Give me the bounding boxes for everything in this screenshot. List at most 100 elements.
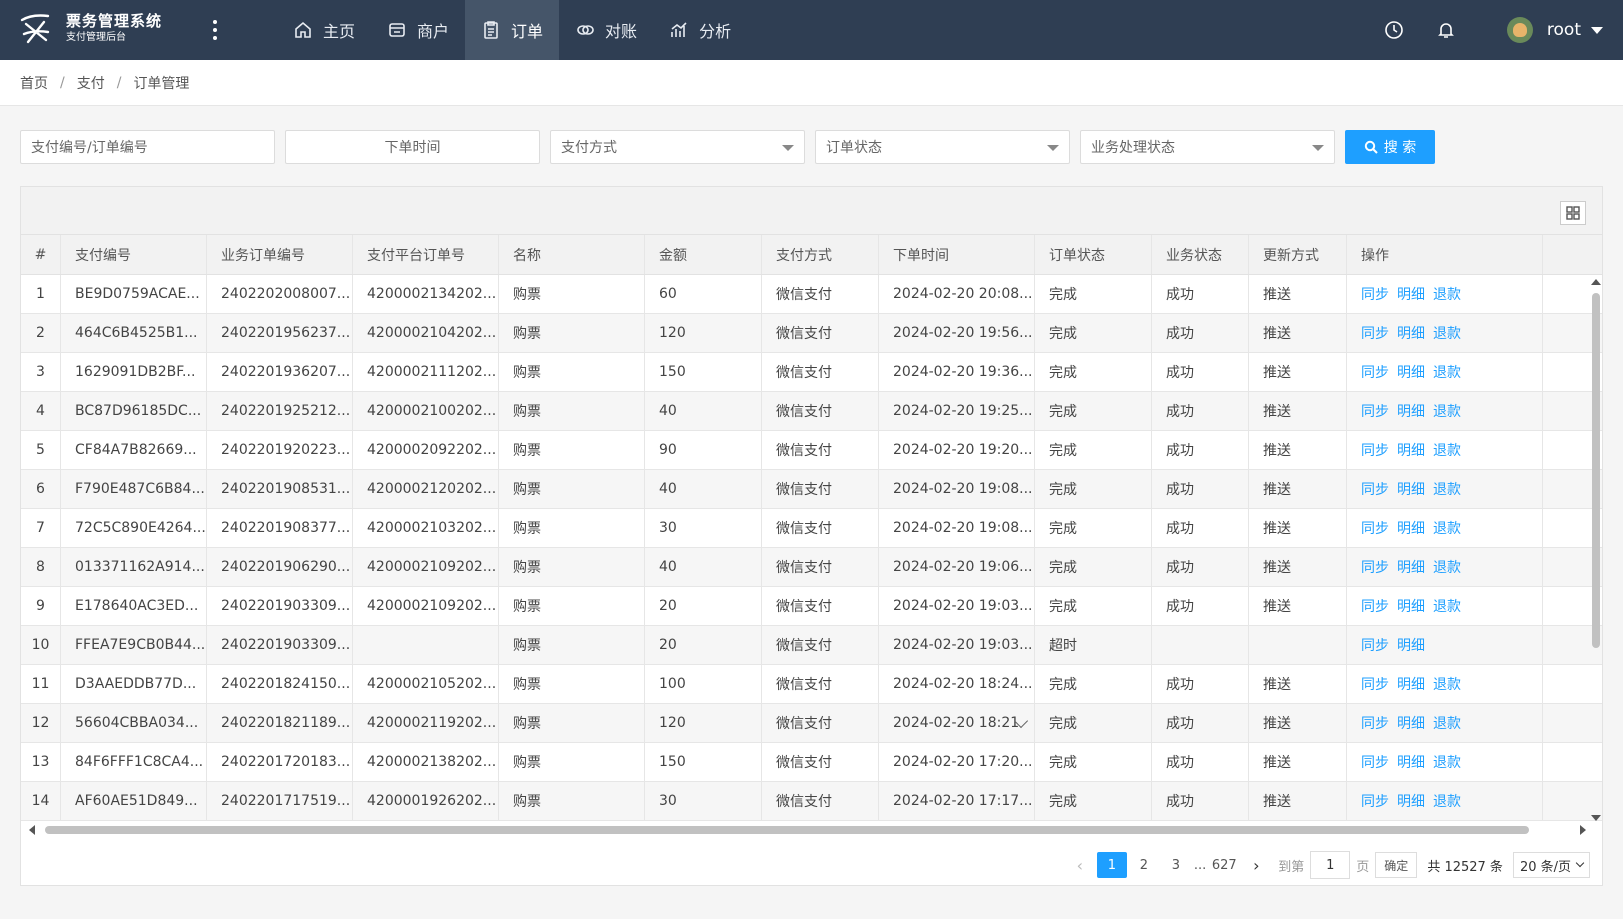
column-filter-button[interactable] — [1560, 201, 1586, 225]
user-name[interactable]: root — [1547, 20, 1581, 40]
action-link[interactable]: 明细 — [1397, 713, 1425, 733]
page-1[interactable]: 1 — [1096, 852, 1127, 878]
action-link[interactable]: 同步 — [1361, 362, 1389, 382]
bell-icon[interactable] — [1435, 19, 1457, 41]
order-status-select[interactable]: 订单状态 — [815, 130, 1070, 164]
action-link[interactable]: 明细 — [1397, 674, 1425, 694]
col-name: 购票 — [499, 665, 645, 703]
chevron-down-icon[interactable] — [1013, 713, 1029, 729]
table-row[interactable]: 10 FFEA7E9CB0B44... 2402201903309... 购票 20 微信… — [21, 626, 1602, 665]
table-row[interactable]: 6 F790E487C6B84... 2402201908531... 4200002… — [21, 470, 1602, 509]
scrollbar-thumb[interactable] — [1592, 293, 1600, 648]
action-link[interactable]: 同步 — [1361, 713, 1389, 733]
action-link[interactable]: 明细 — [1397, 596, 1425, 616]
history-icon[interactable] — [1383, 19, 1405, 41]
action-link[interactable]: 明细 — [1397, 323, 1425, 343]
page-size-select[interactable]: 20 条/页 — [1512, 852, 1590, 878]
nav-item-reconcile[interactable]: 对账 — [559, 0, 653, 60]
action-link[interactable]: 同步 — [1361, 596, 1389, 616]
search-button[interactable]: 搜 索 — [1345, 130, 1435, 164]
action-link[interactable]: 明细 — [1397, 518, 1425, 538]
goto-confirm-button[interactable]: 确定 — [1375, 852, 1418, 878]
pay-method-select[interactable]: 支付方式 — [550, 130, 805, 164]
action-link[interactable]: 同步 — [1361, 401, 1389, 421]
table-row[interactable]: 2 464C6B4525B1... 2402201956237... 42000021… — [21, 314, 1602, 353]
scroll-left-icon[interactable] — [29, 825, 35, 835]
action-link[interactable]: 明细 — [1397, 362, 1425, 382]
table-row[interactable]: 3 1629091DB2BF... 2402201936207... 42000021… — [21, 353, 1602, 392]
prev-page-icon[interactable]: ‹ — [1070, 851, 1090, 879]
page-last[interactable]: 627 — [1209, 852, 1239, 878]
col-update-mode — [1249, 626, 1347, 664]
action-link[interactable]: 退款 — [1433, 284, 1461, 304]
table-row[interactable]: 12 56604CBBA034... 2402201821189... 4200002… — [21, 704, 1602, 743]
action-link[interactable]: 同步 — [1361, 557, 1389, 577]
table-row[interactable]: 7 72C5C890E4264... 2402201908377... 4200002… — [21, 509, 1602, 548]
breadcrumb-item[interactable]: 首页 — [20, 73, 48, 93]
action-link[interactable]: 同步 — [1361, 479, 1389, 499]
nav-item-orders[interactable]: 订单 — [465, 0, 560, 60]
action-link[interactable]: 退款 — [1433, 479, 1461, 499]
chevron-down-icon[interactable] — [1591, 26, 1603, 34]
action-link[interactable]: 明细 — [1397, 557, 1425, 577]
order-time-input[interactable]: 下单时间 — [285, 130, 540, 164]
table-row[interactable]: 1 BE9D0759ACAE... 2402202008007... 42000021… — [21, 275, 1602, 314]
nav-item-home[interactable]: 主页 — [277, 0, 371, 60]
order-no-input[interactable]: 支付编号/订单编号 — [20, 130, 275, 164]
scrollbar-thumb[interactable] — [45, 826, 1529, 834]
action-link[interactable]: 退款 — [1433, 752, 1461, 772]
page-3[interactable]: 3 — [1161, 852, 1191, 878]
action-link[interactable]: 退款 — [1433, 557, 1461, 577]
action-link[interactable]: 退款 — [1433, 791, 1461, 811]
col-update-mode: 推送 — [1249, 353, 1347, 391]
col-update-mode: 推送 — [1249, 704, 1347, 742]
table-row[interactable]: 4 BC87D96185DC... 2402201925212... 42000021… — [21, 392, 1602, 431]
col-biz-order-no: 2402201720183... — [207, 743, 353, 781]
biz-status-select[interactable]: 业务处理状态 — [1080, 130, 1335, 164]
scroll-right-icon[interactable] — [1580, 825, 1586, 835]
action-link[interactable]: 明细 — [1397, 791, 1425, 811]
action-link[interactable]: 明细 — [1397, 752, 1425, 772]
avatar[interactable] — [1506, 17, 1533, 43]
action-link[interactable]: 明细 — [1397, 401, 1425, 421]
action-link[interactable]: 明细 — [1397, 440, 1425, 460]
action-link[interactable]: 同步 — [1361, 440, 1389, 460]
more-menu-icon[interactable] — [212, 20, 218, 40]
action-link[interactable]: 退款 — [1433, 323, 1461, 343]
action-link[interactable]: 退款 — [1433, 674, 1461, 694]
table-row[interactable]: 5 CF84A7B82669... 2402201920223... 42000020… — [21, 431, 1602, 470]
action-link[interactable]: 退款 — [1433, 401, 1461, 421]
action-link[interactable]: 明细 — [1397, 635, 1425, 655]
action-link[interactable]: 同步 — [1361, 518, 1389, 538]
brand[interactable]: 票务管理系统 支付管理后台 — [18, 10, 162, 46]
action-link[interactable]: 同步 — [1361, 284, 1389, 304]
action-link[interactable]: 退款 — [1433, 440, 1461, 460]
action-link[interactable]: 退款 — [1433, 362, 1461, 382]
table-row[interactable]: 8 013371162A914... 2402201906290... 4200002… — [21, 548, 1602, 587]
action-link[interactable]: 同步 — [1361, 674, 1389, 694]
table-row[interactable]: 14 AF60AE51D849... 2402201717519... 4200001… — [21, 782, 1602, 821]
scroll-up-icon[interactable] — [1591, 279, 1601, 285]
action-link[interactable]: 退款 — [1433, 713, 1461, 733]
table-row[interactable]: 13 84F6FFF1C8CA4... 2402201720183... 420000… — [21, 743, 1602, 782]
vertical-scrollbar[interactable] — [1590, 275, 1601, 821]
action-link[interactable]: 同步 — [1361, 635, 1389, 655]
action-link[interactable]: 退款 — [1433, 596, 1461, 616]
nav-item-merchant[interactable]: 商户 — [371, 0, 465, 60]
action-link[interactable]: 同步 — [1361, 752, 1389, 772]
action-link[interactable]: 明细 — [1397, 479, 1425, 499]
col-biz-status: 成功 — [1152, 470, 1249, 508]
next-page-icon[interactable]: › — [1246, 851, 1266, 879]
page-2[interactable]: 2 — [1129, 852, 1159, 878]
action-link[interactable]: 同步 — [1361, 791, 1389, 811]
table-row[interactable]: 9 E178640AC3ED... 2402201903309... 42000021… — [21, 587, 1602, 626]
action-link[interactable]: 同步 — [1361, 323, 1389, 343]
goto-page-input[interactable]: 1 — [1310, 851, 1351, 879]
table-row[interactable]: 11 D3AAEDDB77D... 2402201824150... 42000021… — [21, 665, 1602, 704]
scroll-down-icon[interactable] — [1591, 815, 1601, 821]
nav-item-analytics[interactable]: 分析 — [653, 0, 747, 60]
action-link[interactable]: 明细 — [1397, 284, 1425, 304]
horizontal-scrollbar[interactable] — [21, 823, 1604, 837]
breadcrumb-item[interactable]: 支付 — [77, 73, 105, 93]
action-link[interactable]: 退款 — [1433, 518, 1461, 538]
